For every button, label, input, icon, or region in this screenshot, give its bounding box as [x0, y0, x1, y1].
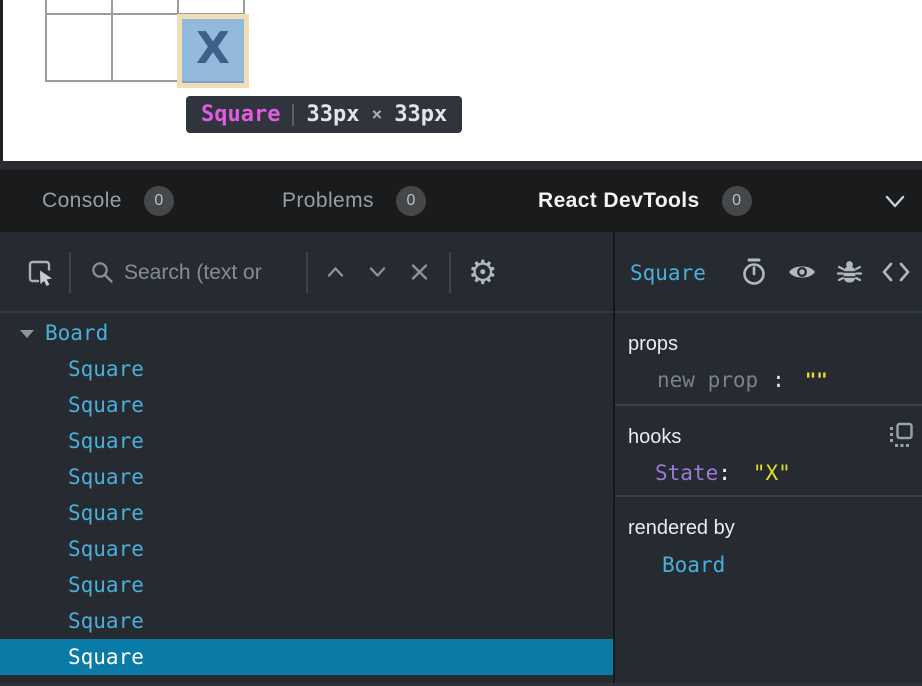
chevron-down-icon[interactable]	[884, 194, 906, 209]
tree-row-square[interactable]: Square	[0, 423, 613, 459]
tree-row-square[interactable]: Square	[0, 387, 613, 423]
search-icon	[90, 260, 114, 284]
view-dom-eye-icon[interactable]	[787, 260, 817, 284]
gear-icon[interactable]: ⚙	[468, 255, 498, 288]
tree-row-square[interactable]: Square	[0, 531, 613, 567]
tree-row-square[interactable]: Square	[0, 495, 613, 531]
tree-row-label: Board	[0, 321, 108, 345]
rendered-by-title: rendered by	[628, 517, 922, 540]
tree-row-square[interactable]: Square	[0, 603, 613, 639]
tab-react-devtools-badge: 0	[722, 186, 752, 216]
toolbar-divider	[306, 252, 308, 293]
tree-row-board[interactable]: Board	[0, 315, 613, 351]
rendered-by-section: rendered by Board	[615, 497, 922, 617]
tooltip-times-sign: ×	[371, 104, 382, 125]
tree-row-label: Square	[0, 573, 144, 597]
board-cell[interactable]	[47, 0, 111, 13]
hooks-section: hooks State : "X"	[615, 406, 922, 497]
tooltip-width: 33px	[306, 102, 359, 127]
tab-problems-badge: 0	[396, 186, 426, 216]
view-source-brackets-icon[interactable]	[880, 259, 912, 285]
tree-row-label: Square	[0, 393, 144, 417]
square-value-x: X	[196, 27, 230, 75]
previous-result-icon[interactable]	[324, 260, 347, 283]
tab-problems[interactable]: Problems 0	[282, 170, 426, 232]
browser-page: X Square 33px × 33px	[0, 0, 922, 161]
profiler-stopwatch-icon[interactable]	[740, 257, 768, 287]
selected-component-name: Square	[630, 232, 706, 313]
tree-row-square-selected[interactable]: Square	[0, 639, 613, 675]
tab-react-devtools-label: React DevTools	[538, 189, 700, 213]
drawer-tabbar: Console 0 Problems 0 React DevTools 0	[0, 170, 922, 232]
tree-row-label: Square	[0, 465, 144, 489]
expander-triangle-icon[interactable]	[20, 330, 34, 338]
hook-state-name: State	[655, 461, 718, 485]
details-panel: props new prop : "" hooks State	[615, 313, 922, 683]
parse-hook-names-icon[interactable]	[888, 422, 914, 448]
tooltip-tag-name: Square	[201, 102, 280, 127]
tooltip-divider	[292, 104, 294, 126]
props-section: props new prop : ""	[615, 313, 922, 406]
board-cell[interactable]	[113, 0, 177, 13]
hooks-title: hooks	[628, 426, 922, 449]
tree-row-square[interactable]: Square	[0, 351, 613, 387]
tree-row-square[interactable]: Square	[0, 459, 613, 495]
hook-colon: :	[718, 461, 731, 485]
tab-problems-label: Problems	[282, 189, 374, 213]
drawer-top-edge	[0, 161, 922, 170]
inspect-highlight-overlay[interactable]: X	[177, 14, 249, 88]
toolbar-divider	[69, 252, 71, 293]
component-tree: Board Square Square Square Square Square…	[0, 313, 613, 683]
props-title: props	[628, 333, 922, 356]
tab-react-devtools[interactable]: React DevTools 0	[538, 170, 752, 232]
hook-state-value[interactable]: "X"	[753, 461, 791, 485]
inspect-tooltip: Square 33px × 33px	[186, 96, 462, 133]
new-prop-value-input[interactable]: ""	[805, 369, 828, 391]
rendered-by-owner-link[interactable]: Board	[628, 553, 922, 577]
clear-search-icon[interactable]	[408, 260, 431, 283]
tree-row-label: Square	[0, 537, 144, 561]
tree-row-label: Square	[0, 609, 144, 633]
tab-console[interactable]: Console 0	[42, 170, 174, 232]
search-input[interactable]	[124, 232, 302, 313]
tab-console-badge: 0	[144, 186, 174, 216]
tree-row-label: Square	[0, 501, 144, 525]
props-colon: :	[772, 368, 785, 392]
tree-row-label: Square	[0, 645, 144, 669]
board-cell[interactable]	[179, 0, 243, 13]
board-cell[interactable]	[47, 15, 111, 80]
tree-row-square[interactable]: Square	[0, 567, 613, 603]
tree-row-label: Square	[0, 357, 144, 381]
board-cell[interactable]	[113, 15, 177, 80]
toolbar-divider	[449, 252, 451, 293]
inspect-element-icon[interactable]	[26, 257, 54, 286]
new-prop-input[interactable]: new prop	[657, 368, 758, 392]
devtools-screen: X Square 33px × 33px Console 0 Problems …	[0, 0, 922, 686]
tree-row-label: Square	[0, 429, 144, 453]
next-result-icon[interactable]	[366, 260, 389, 283]
tab-console-label: Console	[42, 189, 122, 213]
debug-bug-icon[interactable]	[836, 258, 863, 286]
tooltip-height: 33px	[394, 102, 447, 127]
react-devtools-toolbar: ⚙ Square	[0, 232, 922, 313]
